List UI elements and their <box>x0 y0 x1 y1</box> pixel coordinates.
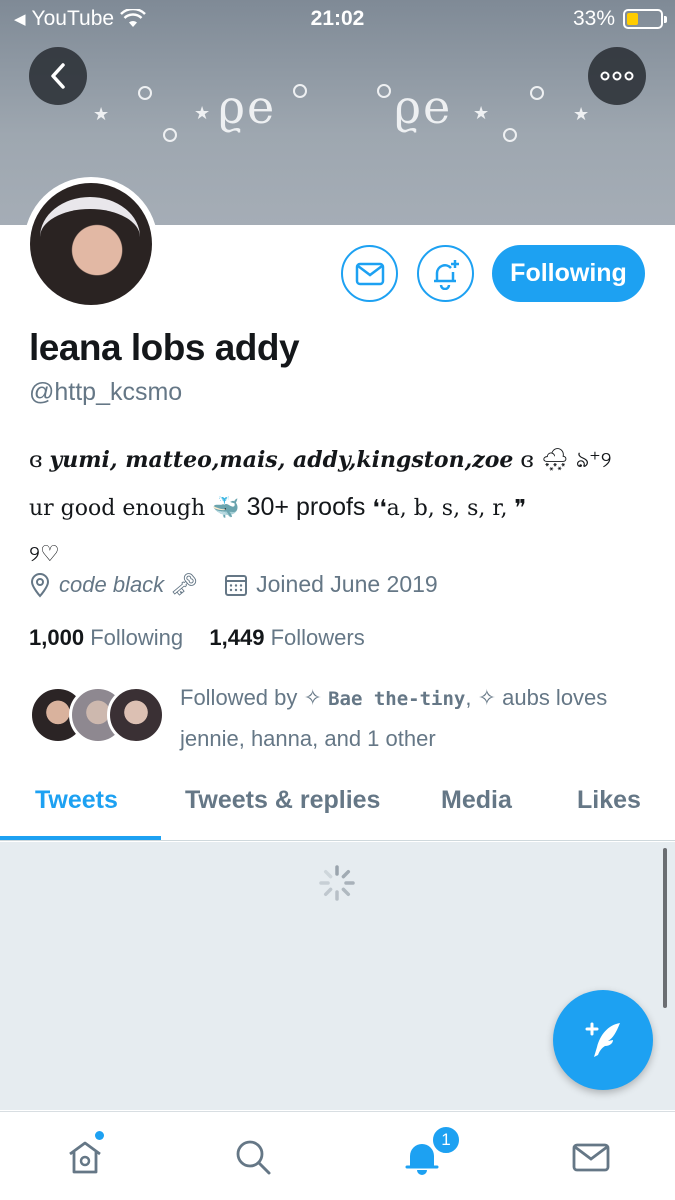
nav-messages[interactable] <box>566 1132 616 1182</box>
tab-tweets-replies[interactable]: Tweets & replies <box>185 786 380 815</box>
followers-count-link[interactable]: 1,449 Followers <box>209 625 364 650</box>
battery-status: 33% <box>572 7 667 31</box>
tab-likes[interactable]: Likes <box>577 786 641 815</box>
bottom-navigation <box>0 1111 675 1200</box>
ring-decoration <box>503 128 517 142</box>
message-button[interactable] <box>341 245 398 302</box>
search-icon <box>236 1140 271 1175</box>
mail-icon <box>355 262 384 285</box>
nav-search[interactable] <box>228 1132 278 1182</box>
star-decoration: ★ <box>473 103 490 124</box>
status-bar: ◀ YouTube 21:02 33% <box>0 0 675 40</box>
profile-bio: ɞ yumi, matteo,mais, addy,kingston,zoe ɞ… <box>29 437 649 578</box>
ring-decoration <box>163 128 177 142</box>
nav-home[interactable] <box>60 1132 110 1182</box>
bio-names: yumi, matteo,mais, addy,kingston,zoe <box>49 447 514 473</box>
star-decoration: ★ <box>194 103 211 124</box>
compose-tweet-button[interactable] <box>553 990 653 1090</box>
banner-text-left: ϱe <box>218 80 277 134</box>
ring-decoration <box>377 84 391 98</box>
active-tab-indicator <box>0 836 161 840</box>
following-count-link[interactable]: 1,000 Following <box>29 625 183 650</box>
ring-decoration <box>138 86 152 100</box>
location-pin-icon <box>30 572 50 598</box>
avatar-photo <box>30 183 152 305</box>
star-decoration: ★ <box>93 104 110 125</box>
snow-cloud-emoji: 🌨 <box>540 448 569 473</box>
battery-icon <box>623 9 667 29</box>
following-button[interactable]: Following <box>492 245 645 302</box>
tab-tweets[interactable]: Tweets <box>35 786 118 815</box>
location-text: code black <box>59 571 165 597</box>
ring-decoration <box>293 84 307 98</box>
home-new-indicator <box>95 1131 104 1140</box>
more-options-button[interactable] <box>588 47 646 105</box>
display-name: leana lobs addy <box>29 327 300 368</box>
bio-line-1: ɞ yumi, matteo,mais, addy,kingston,zoe ɞ… <box>29 447 612 473</box>
bio-line-2: ur good enough 🐳 30+ proofs ❛❛a, b, s, s… <box>29 493 527 521</box>
loading-spinner-icon <box>319 865 355 901</box>
avatar <box>107 686 165 744</box>
follow-counts: 1,000 Following 1,449 Followers <box>29 625 365 651</box>
notifications-badge: 1 <box>431 1125 461 1155</box>
bell-plus-icon <box>433 259 459 290</box>
followed-by-avatars[interactable] <box>29 686 165 746</box>
banner-text-right: ϱe <box>394 80 453 134</box>
profile-meta: code black 🗝 Joined June 2019 <box>29 571 438 598</box>
scrollbar[interactable] <box>663 848 667 1008</box>
joined-date: Joined June 2019 <box>256 571 438 597</box>
ring-decoration <box>530 86 544 100</box>
chevron-left-icon <box>51 63 65 89</box>
tab-media[interactable]: Media <box>441 786 512 815</box>
profile-tabs: Tweets Tweets & replies Media Likes <box>0 760 675 841</box>
home-icon <box>69 1141 101 1174</box>
battery-percent: 33% <box>572 7 615 30</box>
whale-emoji: 🐳 <box>212 496 240 521</box>
back-button[interactable] <box>29 47 87 105</box>
user-handle[interactable]: @http_kcsmo <box>29 378 182 407</box>
notify-button[interactable] <box>417 245 474 302</box>
mail-icon <box>572 1143 610 1172</box>
compose-feather-icon <box>585 1022 620 1057</box>
followed-by-text[interactable]: Followed by ✧ Bae the-tiny, ✧ aubs loves… <box>180 678 640 759</box>
profile-avatar[interactable] <box>24 177 158 311</box>
star-decoration: ★ <box>573 104 590 125</box>
more-icon <box>600 71 634 81</box>
key-emoji: 🗝 <box>170 571 199 597</box>
calendar-icon <box>225 574 248 596</box>
